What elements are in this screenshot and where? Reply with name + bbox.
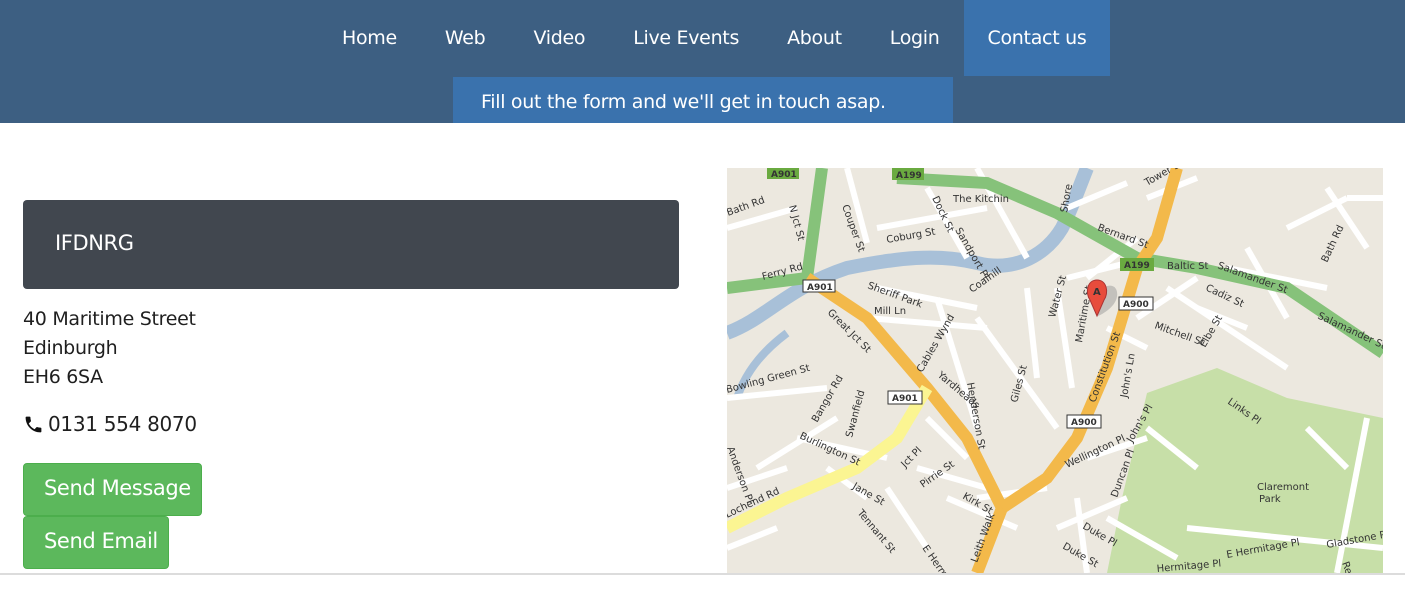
nav-home[interactable]: Home <box>318 0 421 76</box>
nav-video[interactable]: Video <box>509 0 609 76</box>
phone-number-text: 0131 554 8070 <box>48 412 197 436</box>
top-navbar: Home Web Video Live Events About Login C… <box>0 0 1405 123</box>
address-line-city: Edinburgh <box>23 337 118 359</box>
page-divider <box>0 573 1405 575</box>
park-label-line2: Park <box>1259 494 1281 505</box>
svg-text:Baltic St: Baltic St <box>1167 261 1208 272</box>
nav-login[interactable]: Login <box>866 0 964 76</box>
svg-text:A199: A199 <box>1124 261 1150 271</box>
svg-text:Mill Ln: Mill Ln <box>874 306 906 317</box>
address-block: 40 Maritime Street Edinburgh EH6 6SA <box>23 305 196 392</box>
company-name-panel: IFDNRG <box>23 200 679 289</box>
nav-about[interactable]: About <box>763 0 866 76</box>
address-line-street: 40 Maritime Street <box>23 308 196 330</box>
send-email-button[interactable]: Send Email <box>23 516 169 569</box>
svg-text:A901: A901 <box>807 283 833 293</box>
nav-contact-us[interactable]: Contact us <box>963 0 1111 76</box>
contact-tagline: Fill out the form and we'll get in touch… <box>453 77 953 123</box>
svg-text:A900: A900 <box>1123 300 1149 310</box>
main-nav: Home Web Video Live Events About Login C… <box>318 0 1111 76</box>
nav-web[interactable]: Web <box>421 0 510 76</box>
park-label-line1: Claremont <box>1257 482 1309 493</box>
poi-the-kitchin[interactable]: The Kitchin <box>952 194 1009 205</box>
svg-text:A199: A199 <box>896 171 922 181</box>
nav-live-events[interactable]: Live Events <box>609 0 763 76</box>
company-name: IFDNRG <box>55 231 134 255</box>
svg-text:A: A <box>1093 287 1101 298</box>
phone-number[interactable]: 0131 554 8070 <box>23 412 197 436</box>
location-map[interactable]: A901 A199 A901 A199 A900 A901 A900 Bath … <box>727 168 1383 573</box>
send-message-button[interactable]: Send Message <box>23 463 202 516</box>
map-canvas[interactable]: A901 A199 A901 A199 A900 A901 A900 Bath … <box>727 168 1383 573</box>
phone-icon <box>25 416 42 432</box>
svg-text:A901: A901 <box>892 394 918 404</box>
svg-text:A901: A901 <box>771 170 797 180</box>
svg-text:A900: A900 <box>1071 418 1097 428</box>
address-line-postcode: EH6 6SA <box>23 366 103 388</box>
